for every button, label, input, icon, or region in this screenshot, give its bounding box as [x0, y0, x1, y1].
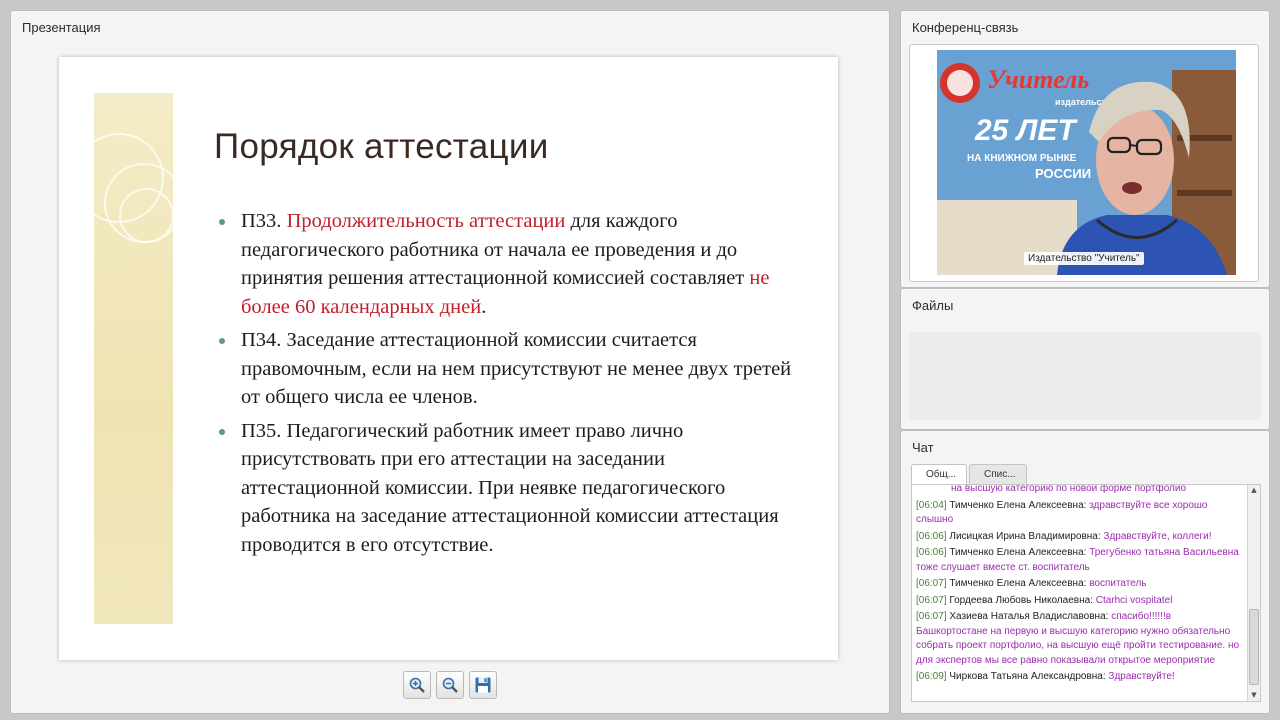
chat-message: [06:07] Тимченко Елена Алексеевна: воспи…	[916, 577, 1241, 592]
floppy-disk-icon	[475, 677, 491, 693]
video-years-text: 25 ЛЕТ	[974, 114, 1078, 147]
chat-message-text: на высшую категорию по новой форме портф…	[951, 484, 1187, 494]
files-panel-title: Файлы	[912, 298, 954, 313]
slide-bullet: П34. Заседание аттестационной комиссии с…	[219, 326, 799, 412]
chat-message-time: [06:06]	[916, 547, 947, 558]
scroll-thumb[interactable]	[1249, 609, 1259, 685]
video-caption: Издательство "Учитель"	[1024, 252, 1144, 265]
presentation-panel: Презентация Порядок аттестации П33. Прод…	[10, 10, 890, 714]
video-stream[interactable]: Учитель издательство 25 ЛЕТ НА КНИЖНОМ Р…	[937, 50, 1236, 275]
scroll-down-arrow-icon[interactable]: ▼	[1249, 690, 1259, 701]
zoom-in-icon	[409, 677, 425, 693]
scroll-up-arrow-icon[interactable]: ▲	[1249, 485, 1259, 496]
video-line2-text: РОССИИ	[1035, 166, 1091, 181]
presentation-toolbar	[403, 671, 499, 701]
presentation-panel-title: Презентация	[22, 20, 101, 35]
chat-message-name: Лисицкая Ирина Владимировна:	[949, 530, 1101, 542]
conference-panel-title: Конференц-связь	[912, 20, 1019, 35]
chat-message: [06:07] Гордеева Любовь Николаевна: Ctar…	[916, 594, 1241, 609]
chat-message-name: Тимченко Елена Алексеевна:	[949, 547, 1087, 558]
slide-text: .	[481, 295, 487, 318]
video-line1-text: НА КНИЖНОМ РЫНКЕ	[967, 153, 1077, 164]
video-banner-text: Учитель	[987, 65, 1089, 94]
chat-message-name: Гордеева Любовь Николаевна:	[949, 594, 1093, 606]
slide-text: П34. Заседание аттестационной комиссии с…	[241, 329, 792, 408]
chat-message: [06:06] Тимченко Елена Алексеевна: Трегу…	[916, 546, 1241, 575]
video-image: Учитель издательство 25 ЛЕТ НА КНИЖНОМ Р…	[937, 50, 1236, 275]
conference-panel: Конференц-связь Учитель издательство 25 …	[900, 10, 1270, 288]
zoom-out-button[interactable]	[436, 671, 464, 699]
chat-log[interactable]: на высшую категорию по новой форме портф…	[911, 484, 1261, 702]
slide-bullet: П33. Продолжительность аттестации для ка…	[219, 207, 799, 321]
chat-message-text: Здравствуйте, коллеги!	[1103, 530, 1212, 542]
save-button[interactable]	[469, 671, 497, 699]
video-frame: Учитель издательство 25 ЛЕТ НА КНИЖНОМ Р…	[909, 44, 1259, 282]
chat-message-name: Тимченко Елена Алексеевна:	[949, 578, 1087, 589]
slide: Порядок аттестации П33. Продолжительност…	[59, 57, 838, 660]
chat-message-time: [06:04]	[916, 499, 947, 511]
chat-scrollbar[interactable]: ▲ ▼	[1247, 485, 1260, 701]
slide-text: П33.	[241, 210, 287, 232]
chat-tab-list[interactable]: Спис...	[969, 464, 1027, 486]
slide-bullet: П35. Педагогический работник имеет право…	[219, 417, 799, 560]
slide-body: П33. Продолжительность аттестации для ка…	[219, 207, 799, 564]
zoom-in-button[interactable]	[403, 671, 431, 699]
chat-panel-title: Чат	[912, 440, 934, 455]
chat-message-text: воспитатель	[1089, 578, 1147, 589]
chat-message-time: [06:07]	[916, 578, 947, 589]
slide-text: П35. Педагогический работник имеет право…	[241, 419, 779, 556]
slide-highlight-text: Продолжительность аттестации	[286, 210, 566, 232]
chat-message-name: Хазиева Наталья Владиславовна:	[949, 611, 1109, 622]
chat-message-name: Чиркова Татьяна Александровна:	[949, 671, 1106, 682]
files-list[interactable]	[909, 332, 1261, 420]
chat-message: [06:06] Лисицкая Ирина Владимировна: Здр…	[916, 530, 1241, 545]
chat-messages: на высшую категорию по новой форме портф…	[916, 484, 1241, 687]
slide-title: Порядок аттестации	[214, 127, 549, 166]
files-panel: Файлы	[900, 288, 1270, 430]
chat-message-time: [06:09]	[916, 671, 947, 682]
chat-message-name: Тимченко Елена Алексеевна:	[949, 499, 1087, 511]
chat-message: [06:04] Тимченко Елена Алексеевна: здрав…	[916, 499, 1241, 528]
chat-message-time: [06:06]	[916, 530, 947, 542]
chat-message-text: Ctarhci vospitatel	[1095, 594, 1173, 606]
chat-panel: Чат Спис... Общ... на высшую категорию п…	[900, 430, 1270, 714]
chat-tab-general[interactable]: Общ...	[911, 464, 968, 486]
chat-message: [06:09] Чиркова Татьяна Александровна: З…	[916, 670, 1241, 685]
zoom-out-icon	[442, 677, 458, 693]
slide-decorative-band	[74, 93, 184, 624]
chat-message-time: [06:07]	[916, 594, 947, 606]
chat-message: [06:07] Хазиева Наталья Владиславовна: с…	[916, 610, 1241, 668]
chat-message-text: Здравствуйте!	[1108, 671, 1175, 682]
chat-message-time: [06:07]	[916, 611, 947, 622]
chat-message: на высшую категорию по новой форме портф…	[916, 484, 1241, 497]
